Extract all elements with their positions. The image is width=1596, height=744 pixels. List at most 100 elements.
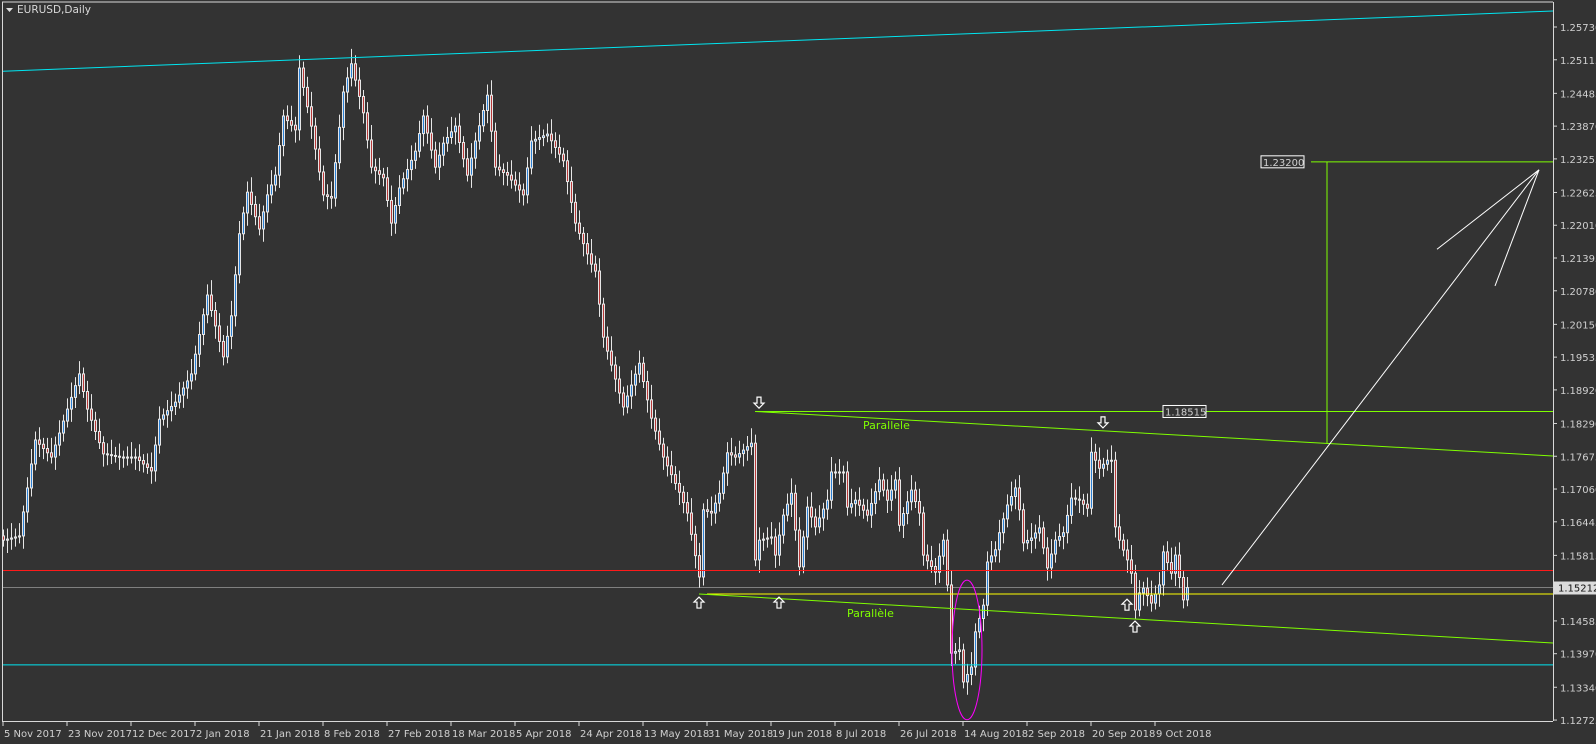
bull-candle-body (850, 503, 853, 508)
bear-candle-body (1150, 595, 1153, 604)
bear-candle-body (362, 95, 365, 114)
bull-candle-body (278, 145, 281, 176)
bull-candle-body (262, 211, 265, 230)
bear-candle-body (146, 463, 149, 468)
bear-candle-body (886, 489, 889, 501)
bull-candle-body (1138, 592, 1141, 611)
level-price-label-118515[interactable]: 1.18515 (1162, 404, 1207, 418)
price-tick-label: 1.13970 (1560, 650, 1596, 661)
bear-candle-body (754, 442, 757, 561)
bear-candle-body (522, 189, 525, 196)
bear-candle-body (698, 555, 701, 578)
bear-candle-body (90, 408, 93, 421)
bear-candle-body (862, 504, 865, 511)
bear-candle-body (578, 222, 581, 234)
bear-candle-body (646, 381, 649, 401)
bull-candle-body (246, 191, 249, 214)
bull-candle-body (282, 115, 285, 147)
bull-candle-body (26, 487, 29, 513)
bull-candle-body (394, 205, 397, 224)
time-tick-label: 5 Nov 2017 (4, 729, 62, 740)
bear-candle-body (798, 529, 801, 568)
upper-channel-label[interactable]: Parallele (863, 419, 910, 432)
bull-candle-body (1066, 514, 1069, 534)
bull-candle-body (58, 432, 61, 446)
bull-candle-body (402, 178, 405, 189)
price-tick-label: 1.21395 (1560, 254, 1596, 265)
bear-candle-body (254, 203, 257, 218)
bear-candle-body (1134, 572, 1137, 611)
price-tick-label: 1.24485 (1560, 89, 1596, 100)
bull-candle-body (350, 63, 353, 79)
bull-candle-body (826, 499, 829, 510)
bear-candle-body (1018, 487, 1021, 511)
bull-candle-body (14, 536, 17, 539)
level-price-label-123200[interactable]: 1.23200 (1260, 155, 1305, 169)
bull-candle-body (938, 555, 941, 573)
bear-candle-body (98, 430, 101, 444)
bear-candle-body (706, 509, 709, 512)
bull-candle-body (206, 294, 209, 316)
price-tick-label: 1.22010 (1560, 221, 1596, 232)
bull-candle-body (790, 492, 793, 505)
bear-candle-body (1170, 562, 1173, 574)
bull-candle-body (442, 142, 445, 156)
bull-candle-body (182, 387, 185, 396)
bear-candle-body (382, 173, 385, 179)
bull-candle-body (830, 471, 833, 501)
price-tick-label: 1.20780 (1560, 287, 1596, 298)
bull-candle-body (878, 479, 881, 493)
lower-channel-label[interactable]: Parallèle (847, 607, 894, 620)
bear-candle-body (1130, 559, 1133, 574)
bull-candle-body (874, 491, 877, 504)
bull-candle-body (982, 604, 985, 620)
price-chart[interactable]: Parallele Parallèle 1.18515 1.23200 1.25730… (0, 0, 1596, 744)
bear-candle-body (622, 392, 625, 408)
bull-candle-body (170, 405, 173, 412)
bear-candle-body (1178, 554, 1181, 578)
bear-candle-body (314, 125, 317, 150)
price-tick-label: 1.19535 (1560, 353, 1596, 364)
bull-candle-body (166, 410, 169, 416)
bear-candle-body (774, 536, 777, 556)
bull-candle-body (714, 502, 717, 514)
bull-candle-body (1142, 587, 1145, 594)
time-tick-label: 5 Apr 2018 (516, 729, 571, 740)
bear-candle-body (962, 649, 965, 683)
bear-candle-body (42, 443, 45, 450)
bear-candle-body (82, 373, 85, 393)
bull-candle-body (738, 453, 741, 458)
bull-candle-body (454, 125, 457, 133)
bull-candle-body (842, 471, 845, 474)
chart-title[interactable]: EURUSD,Daily (6, 4, 91, 16)
bear-candle-body (642, 362, 645, 383)
bull-candle-body (406, 169, 409, 180)
bull-candle-body (954, 651, 957, 654)
candle (1114, 451, 1117, 538)
time-tick-label: 14 Aug 2018 (964, 729, 1028, 740)
bear-candle-body (330, 195, 333, 199)
bull-candle-body (194, 353, 197, 375)
bull-candle-body (30, 463, 33, 489)
price-tick-label: 1.17060 (1560, 485, 1596, 496)
bear-candle-body (1166, 551, 1169, 564)
bull-candle-body (438, 154, 441, 168)
bull-candle-body (1070, 497, 1073, 516)
bull-candle-body (1158, 584, 1161, 595)
bull-candle-body (126, 456, 129, 459)
bear-candle-body (218, 325, 221, 342)
bear-candle-body (118, 455, 121, 458)
bear-candle-body (674, 474, 677, 484)
level-price-label-118515-text: 1.18515 (1165, 407, 1206, 418)
bear-candle-body (390, 199, 393, 224)
price-tick-label: 1.25115 (1560, 56, 1596, 67)
bear-candle-body (678, 482, 681, 493)
bear-candle-body (670, 465, 673, 476)
bear-candle-body (650, 399, 653, 419)
bear-candle-body (114, 454, 117, 457)
candle (702, 503, 705, 586)
bear-candle-body (358, 79, 361, 97)
bear-candle-body (1182, 576, 1185, 601)
bull-candle-body (190, 373, 193, 382)
bull-candle-body (630, 384, 633, 397)
